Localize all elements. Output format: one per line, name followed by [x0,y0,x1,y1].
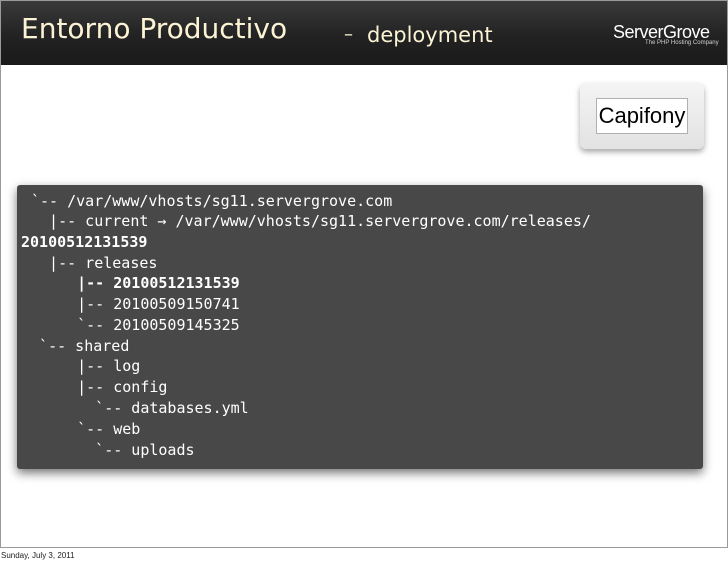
tree-line: |-- releases [31,254,158,272]
logo-tagline: The PHP Hosting Company [645,40,719,46]
capifony-badge: Capifony [580,83,704,149]
tree-line: `-- shared [21,337,130,355]
capifony-label: Capifony [596,98,688,134]
directory-tree-panel: `-- /var/www/vhosts/sg11.servergrove.com… [17,185,703,469]
tree-line: |-- log [41,357,141,375]
slide-title: Entorno Productivo [21,12,288,45]
tree-line: |-- 20100509150741 [41,295,240,313]
header-bar: Entorno Productivo – deployment ServerGr… [1,1,727,65]
slide-subtitle: deployment [367,23,493,47]
tree-line: `-- web [41,420,141,438]
tree-line: 20100512131539 [21,233,148,251]
tree-line: |-- config [41,378,168,396]
tree-line: `-- databases.yml [41,399,249,417]
tree-line: `-- 20100509145325 [41,316,240,334]
title-separator: – [344,24,353,45]
servergrove-logo: ServerGrove The PHP Hosting Company [613,22,719,48]
slide: Entorno Productivo – deployment ServerGr… [0,0,728,548]
tree-line: `-- /var/www/vhosts/sg11.servergrove.com [31,192,393,210]
tree-line: |-- 20100512131539 [41,274,240,292]
footer-date: Sunday, July 3, 2011 [1,551,75,560]
tree-line: `-- uploads [41,441,195,459]
tree-line: |-- current → /var/www/vhosts/sg11.serve… [31,212,591,230]
